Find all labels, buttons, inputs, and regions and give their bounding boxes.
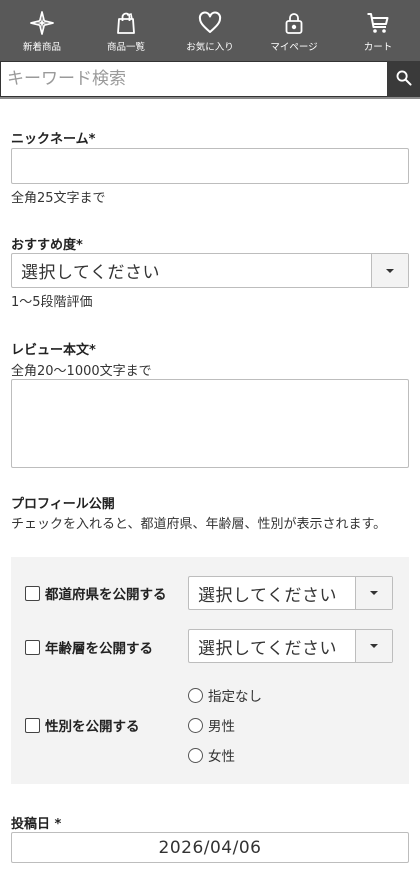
rating-label: おすすめ度* bbox=[11, 238, 83, 253]
prefecture-checkbox-row[interactable]: 都道府県を公開する bbox=[25, 583, 167, 603]
lock-icon bbox=[282, 11, 306, 35]
age-checkbox-row[interactable]: 年齢層を公開する bbox=[25, 637, 153, 657]
gender-checkbox-row[interactable]: 性別を公開する bbox=[25, 715, 140, 735]
cart-icon bbox=[366, 11, 390, 35]
post-date-label: 投稿日 * bbox=[11, 817, 62, 832]
age-select-value: 選択してください bbox=[198, 638, 337, 659]
search-bar bbox=[0, 61, 420, 99]
chevron-down-icon bbox=[355, 577, 392, 609]
radio-label: 指定なし bbox=[208, 689, 262, 705]
prefecture-checkbox-label: 都道府県を公開する bbox=[45, 587, 167, 603]
rating-select-value: 選択してください bbox=[21, 263, 160, 283]
nav-label: お気に入り bbox=[186, 42, 234, 53]
post-date-field[interactable]: 2026/04/06 bbox=[11, 832, 409, 863]
nav-new-arrivals[interactable]: 新着商品 bbox=[0, 0, 84, 61]
gender-checkbox-label: 性別を公開する bbox=[45, 719, 140, 735]
gender-radio-male[interactable]: 男性 bbox=[188, 715, 235, 735]
nav-label: 商品一覧 bbox=[106, 42, 145, 53]
rating-select[interactable]: 選択してください bbox=[11, 253, 409, 288]
radio-label: 男性 bbox=[208, 719, 235, 735]
nickname-field[interactable] bbox=[11, 148, 409, 184]
prefecture-select-value: 選択してください bbox=[198, 585, 337, 606]
profile-description: チェックを入れると、都道府県、年齢層、性別が表示されます。 bbox=[11, 517, 387, 532]
gender-radio-none[interactable]: 指定なし bbox=[188, 685, 262, 705]
shopping-bag-icon bbox=[114, 11, 138, 35]
nickname-label: ニックネーム* bbox=[11, 132, 96, 147]
nickname-hint: 全角25文字まで bbox=[11, 191, 106, 206]
nav-favorites[interactable]: お気に入り bbox=[168, 0, 252, 61]
nav-label: カート bbox=[363, 42, 393, 53]
chevron-down-icon bbox=[371, 254, 408, 287]
top-nav: 新着商品 商品一覧 お気に入り マイページ カート bbox=[0, 0, 420, 61]
search-input[interactable] bbox=[0, 61, 387, 97]
radio-button[interactable] bbox=[188, 747, 203, 763]
nav-label: マイページ bbox=[270, 42, 318, 53]
prefecture-select[interactable]: 選択してください bbox=[188, 576, 393, 610]
radio-button[interactable] bbox=[188, 717, 203, 733]
gender-checkbox[interactable] bbox=[25, 717, 40, 733]
profile-options-panel: 都道府県を公開する 選択してください 年齢層を公開する 選択してください 性別を… bbox=[11, 557, 409, 784]
chevron-down-icon bbox=[355, 630, 392, 662]
sparkle-icon bbox=[30, 11, 54, 35]
nav-label: 新着商品 bbox=[22, 42, 61, 53]
prefecture-checkbox[interactable] bbox=[25, 585, 40, 601]
review-label: レビュー本文* bbox=[11, 343, 96, 358]
heart-icon bbox=[198, 11, 222, 35]
review-textarea[interactable] bbox=[11, 379, 409, 468]
radio-label: 女性 bbox=[208, 749, 235, 765]
age-checkbox[interactable] bbox=[25, 639, 40, 655]
age-checkbox-label: 年齢層を公開する bbox=[45, 641, 153, 657]
radio-button[interactable] bbox=[188, 687, 203, 703]
age-select[interactable]: 選択してください bbox=[188, 629, 393, 663]
nav-product-list[interactable]: 商品一覧 bbox=[84, 0, 168, 61]
gender-radio-female[interactable]: 女性 bbox=[188, 745, 235, 765]
nav-cart[interactable]: カート bbox=[336, 0, 420, 61]
profile-label: プロフィール公開 bbox=[11, 497, 115, 512]
search-icon bbox=[395, 69, 412, 89]
nav-mypage[interactable]: マイページ bbox=[252, 0, 336, 61]
rating-hint: 1〜5段階評価 bbox=[11, 295, 93, 310]
search-button[interactable] bbox=[387, 61, 420, 97]
review-hint: 全角20〜1000文字まで bbox=[11, 364, 152, 379]
